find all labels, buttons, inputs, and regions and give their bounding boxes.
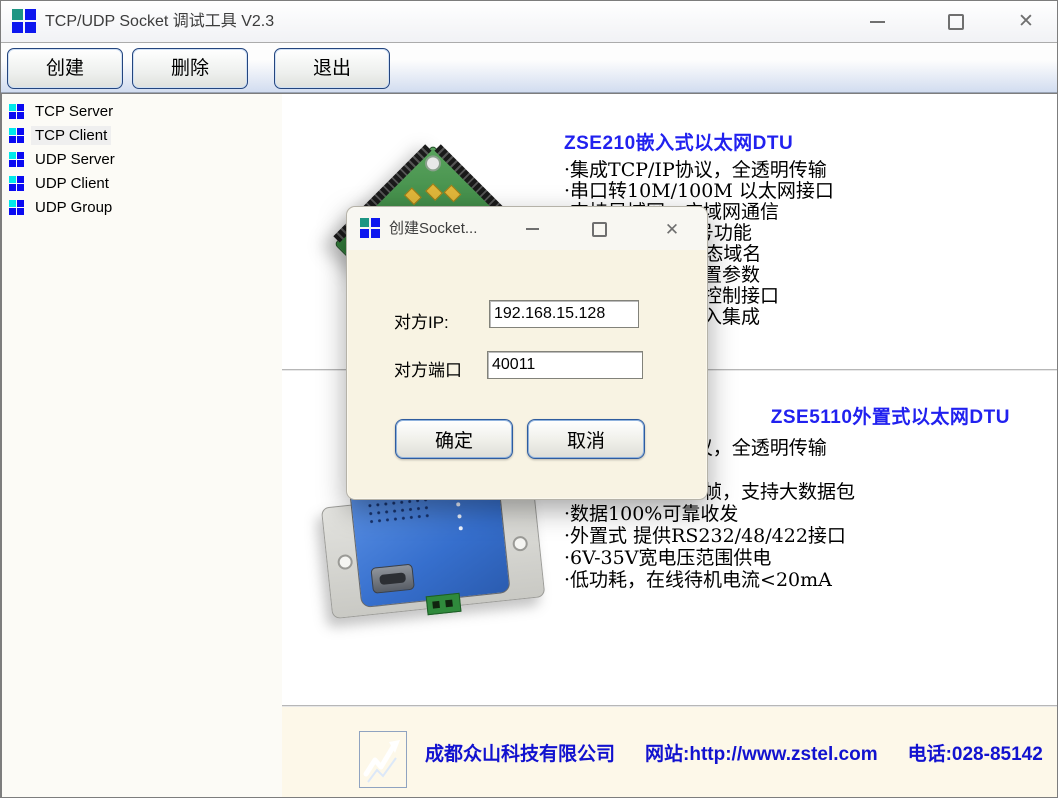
feature-bullet: ·低功耗，在线待机电流<20mA (564, 569, 855, 591)
exit-button[interactable]: 退出 (274, 48, 390, 89)
feature-bullet: ·外置式 提供RS232/48/422接口 (564, 525, 855, 547)
cancel-button[interactable]: 取消 (527, 419, 645, 459)
company-logo (359, 731, 407, 788)
dialog-icon (360, 218, 380, 238)
tree-item[interactable]: TCP Server (2, 99, 282, 123)
company-name: 成都众山科技有限公司 (425, 739, 615, 766)
create-socket-dialog: 创建Socket... ✕ 对方IP: 对方端口 确定 取消 (346, 206, 708, 500)
socket-node-icon (9, 152, 24, 167)
dialog-title-bar: 创建Socket... ✕ (347, 207, 707, 250)
tree-item-label: UDP Group (31, 198, 116, 217)
tree-item-label: UDP Client (31, 174, 113, 193)
socket-node-icon (9, 200, 24, 215)
dialog-maximize-button[interactable] (584, 215, 614, 243)
peer-ip-label: 对方IP: (394, 308, 449, 333)
dialog-close-button[interactable]: ✕ (657, 215, 687, 243)
tree-item[interactable]: TCP Client (2, 123, 282, 147)
peer-ip-input[interactable] (489, 300, 639, 328)
feature-bullet: ·数据100%可靠收发 (564, 503, 855, 525)
tree-item-label: UDP Server (31, 150, 119, 169)
close-icon: ✕ (1018, 12, 1034, 31)
maximize-button[interactable] (936, 5, 976, 38)
section1-title: ZSE210嵌入式以太网DTU (564, 128, 793, 155)
socket-type-tree: TCP Server TCP Client UDP Server (1, 93, 283, 798)
minimize-button[interactable] (857, 5, 897, 38)
tree-item[interactable]: UDP Group (2, 195, 282, 219)
ok-button[interactable]: 确定 (395, 419, 513, 459)
dialog-minimize-button[interactable] (517, 215, 547, 243)
socket-node-icon (9, 104, 24, 119)
toolbar: 创建 删除 退出 (1, 43, 1057, 93)
db9-connector (370, 564, 414, 594)
close-button[interactable]: ✕ (1006, 5, 1046, 38)
feature-bullet: ·集成TCP/IP协议，全透明传输 (564, 160, 834, 181)
socket-node-icon (9, 128, 24, 143)
maximize-icon (592, 222, 607, 237)
maximize-icon (948, 14, 964, 30)
window-title: TCP/UDP Socket 调试工具 V2.3 (45, 1, 274, 42)
title-bar: TCP/UDP Socket 调试工具 V2.3 ✕ (1, 1, 1057, 43)
footer-banner: 成都众山科技有限公司 网站:http://www.zstel.com 电话:02… (282, 707, 1057, 798)
app-icon (12, 9, 36, 33)
tree-item-label: TCP Client (31, 126, 111, 145)
company-phone: 电话:028-85142 (908, 739, 1043, 766)
feature-bullet: ·串口转10M/100M 以太网接口 (564, 181, 834, 202)
minimize-icon (870, 21, 885, 23)
minimize-icon (526, 228, 539, 230)
feature-bullet: ·6V-35V宽电压范围供电 (564, 547, 855, 569)
dialog-title: 创建Socket... (389, 207, 477, 250)
peer-port-input[interactable] (487, 351, 643, 379)
section2-title: ZSE5110外置式以太网DTU (771, 402, 1010, 429)
app-window: TCP/UDP Socket 调试工具 V2.3 ✕ 创建 删除 退出 TCP … (0, 0, 1058, 798)
tree-item[interactable]: UDP Client (2, 171, 282, 195)
peer-port-label: 对方端口 (394, 356, 462, 381)
delete-button[interactable]: 删除 (132, 48, 248, 89)
terminal-block (426, 593, 462, 615)
socket-node-icon (9, 176, 24, 191)
company-website: 网站:http://www.zstel.com (645, 739, 878, 766)
tree-item-label: TCP Server (31, 102, 117, 121)
create-button[interactable]: 创建 (7, 48, 123, 89)
close-icon: ✕ (665, 221, 679, 238)
tree-item[interactable]: UDP Server (2, 147, 282, 171)
